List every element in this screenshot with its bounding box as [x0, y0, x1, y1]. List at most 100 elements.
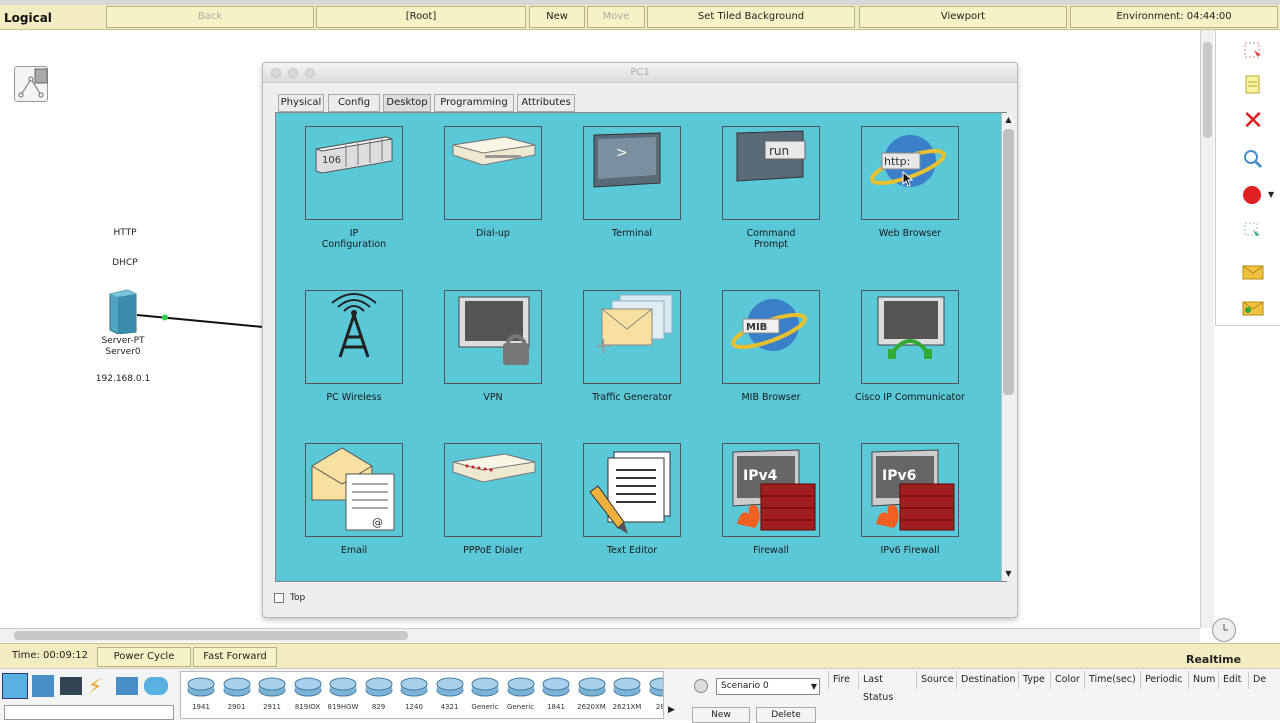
- inspect-icon[interactable]: [1242, 148, 1264, 170]
- device-search-field[interactable]: [4, 705, 174, 720]
- scroll-thumb[interactable]: [1203, 42, 1212, 138]
- device-item[interactable]: 819HGW: [327, 674, 359, 718]
- draw-ellipse-icon[interactable]: [1242, 184, 1264, 206]
- device-categories: ⚡: [2, 673, 172, 701]
- device-item[interactable]: 2620XM: [576, 674, 608, 718]
- pppoe-dialer-icon[interactable]: [444, 443, 542, 537]
- realtime-clock-icon[interactable]: [1212, 618, 1236, 642]
- command-prompt-icon[interactable]: run: [722, 126, 820, 220]
- app-label: IPv6 Firewall: [880, 545, 940, 556]
- tab-programming[interactable]: Programming: [434, 94, 514, 112]
- add-complex-pdu-icon[interactable]: [1242, 296, 1264, 318]
- device-item[interactable]: 1841: [540, 674, 572, 718]
- pdu-column-header[interactable]: Type: [1018, 671, 1050, 689]
- device-item[interactable]: 2911: [256, 674, 288, 718]
- chevron-down-icon[interactable]: ▼: [1268, 190, 1274, 199]
- scroll-down-arrow-icon[interactable]: ▼: [1002, 567, 1015, 581]
- move-object-button[interactable]: Move Object: [587, 6, 645, 42]
- mib-browser-icon[interactable]: MIB: [722, 290, 820, 384]
- device-panel: ⚡ 1941 2901 2911 819IOX 819HGW 829 1240 4321 Gen…: [0, 668, 1280, 723]
- pdu-column-header[interactable]: Color: [1050, 671, 1084, 689]
- top-checkbox[interactable]: [274, 593, 284, 603]
- new-cluster-button[interactable]: New Cluster: [529, 6, 585, 42]
- device-item[interactable]: Generic: [505, 674, 537, 718]
- window-close-button[interactable]: [271, 68, 281, 78]
- device-item[interactable]: 829: [363, 674, 395, 718]
- pdu-column-header[interactable]: Periodic: [1140, 671, 1188, 689]
- environment-button[interactable]: Environment: 04:44:00: [1070, 6, 1278, 28]
- router-icon: [223, 677, 250, 697]
- scroll-up-arrow-icon[interactable]: ▲: [1002, 113, 1015, 127]
- ip-communicator-icon[interactable]: [861, 290, 959, 384]
- multiuser-icon[interactable]: [144, 677, 168, 695]
- viewport-button[interactable]: Viewport: [859, 6, 1067, 28]
- network-devices-icon[interactable]: [2, 673, 28, 699]
- scroll-thumb[interactable]: [14, 631, 408, 640]
- new-scenario-button[interactable]: New: [692, 707, 750, 723]
- ip-config-icon[interactable]: 106: [305, 126, 403, 220]
- end-devices-icon[interactable]: [32, 675, 54, 697]
- vpn-lock-icon[interactable]: [444, 290, 542, 384]
- power-cycle-button[interactable]: Power Cycle Devices: [97, 647, 191, 680]
- set-tiled-background-button[interactable]: Set Tiled Background: [647, 6, 855, 28]
- realtime-label[interactable]: Realtime: [1186, 653, 1241, 666]
- delete-icon[interactable]: ✕: [1242, 106, 1264, 136]
- device-item[interactable]: 1941: [185, 674, 217, 718]
- device-item[interactable]: 2621XM: [611, 674, 643, 718]
- email-at-text: @: [372, 516, 383, 529]
- tab-desktop[interactable]: Desktop: [383, 94, 431, 112]
- server-icon[interactable]: [108, 288, 138, 337]
- terminal-icon[interactable]: >: [583, 126, 681, 220]
- info-icon[interactable]: [694, 679, 708, 693]
- tab-physical[interactable]: Physical: [278, 94, 324, 112]
- canvas-horizontal-scrollbar[interactable]: [0, 628, 1200, 642]
- note-icon[interactable]: [1242, 74, 1264, 96]
- pdu-column-header[interactable]: Num: [1188, 671, 1218, 689]
- top-checkbox-label: Top: [290, 593, 306, 603]
- scroll-thumb[interactable]: [1003, 129, 1014, 395]
- pdu-column-header[interactable]: Edit: [1218, 671, 1248, 689]
- logical-navigation-icon[interactable]: [14, 66, 48, 102]
- window-maximize-button[interactable]: [305, 68, 315, 78]
- text-editor-icon[interactable]: [583, 443, 681, 537]
- email-icon[interactable]: @: [305, 443, 403, 537]
- traffic-generator-icon[interactable]: +: [583, 290, 681, 384]
- root-button[interactable]: [Root]: [316, 6, 526, 28]
- add-simple-pdu-icon[interactable]: [1242, 260, 1264, 282]
- tab-attributes[interactable]: Attributes: [517, 94, 575, 112]
- device-list-next-arrow-icon[interactable]: ▶: [668, 705, 675, 715]
- scenario-select[interactable]: Scenario 0 ▼: [716, 678, 820, 695]
- desktop-scrollbar[interactable]: ▲ ▼: [1001, 113, 1015, 581]
- device-item[interactable]: Generic: [469, 674, 501, 718]
- delete-scenario-button[interactable]: Delete: [756, 707, 816, 723]
- pdu-column-header[interactable]: Last Status: [858, 671, 916, 703]
- device-item[interactable]: 2901: [221, 674, 253, 718]
- firewall-icon[interactable]: IPv4: [722, 443, 820, 537]
- device-item[interactable]: 1240: [398, 674, 430, 718]
- pdu-column-header[interactable]: Time(sec): [1084, 671, 1140, 689]
- canvas-vertical-scrollbar[interactable]: [1200, 30, 1214, 628]
- components-icon[interactable]: [60, 677, 82, 695]
- device-item[interactable]: 4321: [434, 674, 466, 718]
- wireless-tower-icon[interactable]: [305, 290, 403, 384]
- connections-icon[interactable]: ⚡: [88, 675, 110, 697]
- app-label: Dial-up: [476, 228, 510, 239]
- device-item[interactable]: 281: [647, 674, 663, 718]
- resize-shape-icon[interactable]: [1242, 220, 1264, 242]
- fast-forward-button[interactable]: Fast Forward Time: [193, 647, 277, 680]
- pdu-column-header[interactable]: Destination: [956, 671, 1018, 689]
- miscellaneous-icon[interactable]: [116, 677, 138, 695]
- window-minimize-button[interactable]: [288, 68, 298, 78]
- ipv6-firewall-icon[interactable]: IPv6: [861, 443, 959, 537]
- device-label: 819HGW: [327, 703, 359, 711]
- app-label: Web Browser: [878, 228, 942, 239]
- back-button[interactable]: Back: [106, 6, 314, 28]
- modem-icon[interactable]: [444, 126, 542, 220]
- pdu-column-header[interactable]: De: [1248, 671, 1266, 689]
- device-item[interactable]: 819IOX: [292, 674, 324, 718]
- app-label: Traffic Generator: [592, 392, 672, 403]
- tab-config[interactable]: Config: [328, 94, 380, 112]
- pdu-column-header[interactable]: Fire: [828, 671, 858, 689]
- select-icon[interactable]: [1242, 40, 1264, 62]
- pdu-column-header[interactable]: Source: [916, 671, 956, 689]
